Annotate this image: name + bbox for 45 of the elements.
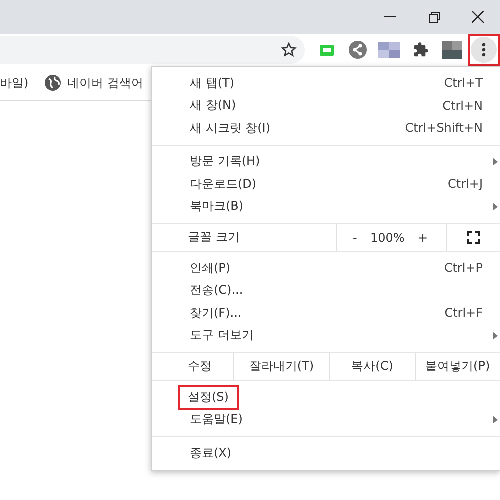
menu-item[interactable]: 새 탭(T)	[188, 70, 237, 96]
menu-button[interactable]	[468, 34, 500, 66]
shortcut-label: Ctrl+T	[444, 76, 483, 90]
fullscreen-icon[interactable]	[467, 231, 480, 244]
edit-action-button[interactable]: 잘라내기(T)	[233, 353, 330, 380]
edit-label: 수정	[188, 358, 212, 375]
shortcut-label: Ctrl+Shift+N	[405, 121, 483, 136]
menu-item[interactable]: 종료(X)	[188, 440, 234, 466]
submenu-arrow-icon	[493, 332, 498, 340]
shortcut-label: Ctrl+P	[444, 261, 483, 276]
bookmark-link[interactable]: 네이버 검색어	[68, 74, 144, 92]
shortcut-label: Ctrl+N	[442, 98, 483, 113]
bookmark-link[interactable]: 바일)	[0, 74, 29, 92]
menu-item[interactable]: 도구 더보기	[188, 323, 256, 348]
submenu-arrow-icon	[493, 416, 498, 424]
blurred-profile-icon[interactable]	[442, 41, 462, 59]
more-icon	[482, 43, 486, 57]
submenu-arrow-icon	[493, 202, 498, 211]
edit-action-button[interactable]: 붙여넣기(P)	[414, 353, 500, 380]
restore-icon[interactable]	[428, 12, 440, 22]
shortcut-label: Ctrl+J	[448, 177, 483, 192]
share-icon[interactable]	[348, 41, 367, 59]
menu-item[interactable]: 인쇄(P)	[188, 256, 233, 281]
zoom-in-button[interactable]: +	[416, 230, 430, 244]
puzzle-icon[interactable]	[412, 42, 429, 58]
menu-item[interactable]: 찾기(F)...	[188, 300, 244, 326]
menu-item[interactable]: 새 창(N)	[188, 93, 238, 118]
star-icon[interactable]	[281, 42, 297, 58]
edit-action-button[interactable]: 복사(C)	[329, 353, 415, 380]
shortcut-label: Ctrl+F	[444, 306, 483, 320]
zoom-label: 글꼴 크기	[188, 229, 240, 246]
submenu-arrow-icon	[493, 158, 498, 166]
menu-item[interactable]: 전송(C)...	[188, 278, 246, 304]
menu-item[interactable]: 도움말(E)	[188, 407, 245, 432]
minimize-icon[interactable]	[384, 16, 396, 18]
zoom-level: 100%	[370, 230, 405, 244]
zoom-out-button[interactable]: -	[351, 230, 360, 244]
globe-icon	[44, 75, 61, 91]
menu-item[interactable]: 다운로드(D)	[188, 172, 259, 197]
blurred-extension-icon[interactable]	[378, 42, 400, 58]
close-icon[interactable]	[472, 11, 484, 23]
menu-item[interactable]: 방문 기록(H)	[188, 149, 262, 174]
menu-item[interactable]: 새 시크릿 창(I)	[188, 116, 273, 141]
menu-item[interactable]: 북마크(B)	[188, 194, 246, 220]
menu-item[interactable]: 설정(S)	[178, 384, 239, 410]
